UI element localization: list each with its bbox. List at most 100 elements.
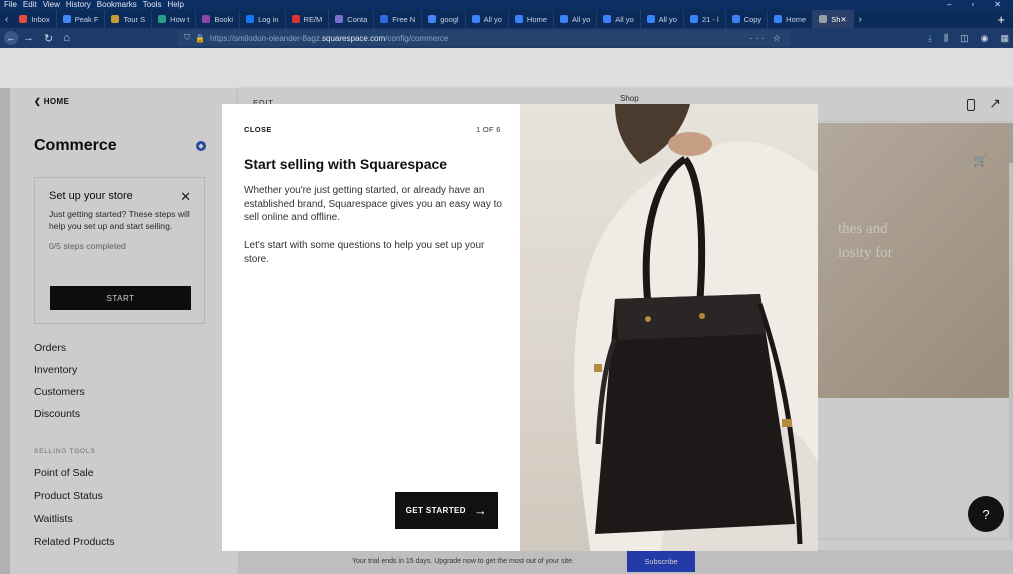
tab-favicon-icon — [380, 15, 389, 23]
tab-label: Free N — [392, 14, 416, 24]
tab-favicon-icon — [731, 15, 740, 23]
tab-label: Home — [786, 14, 807, 24]
browser-toolbar: ⤓ ⫼ ◫ ◉ ▦ — [928, 33, 1009, 44]
get-started-button[interactable]: GET STARTED → — [395, 492, 498, 529]
shield-icon[interactable]: ⛉ — [184, 33, 190, 43]
modal-title: Start selling with Squarespace — [244, 156, 448, 172]
url-bar[interactable]: ⛉ 🔒 https://smilodon-oleander-8agz. squar… — [178, 30, 790, 46]
tab-label: All yo — [571, 14, 591, 24]
lock-icon[interactable]: 🔒 — [195, 34, 205, 43]
window-controls: – ▫ ✕ — [947, 0, 1007, 10]
browser-tab[interactable]: Home — [509, 10, 554, 28]
tote-bag-photo — [520, 104, 818, 551]
browser-tab[interactable]: 21 - l — [684, 10, 726, 28]
browser-tabstrip: ‹ Inbox Peak F Tour S How t Booki Log in RE/M C… — [0, 10, 1013, 28]
tab-favicon-icon — [471, 15, 480, 23]
browser-tab[interactable]: Home — [768, 10, 814, 28]
browser-tab[interactable]: All yo — [554, 10, 598, 28]
tab-favicon-icon — [111, 15, 120, 23]
browser-tab[interactable]: How t — [152, 10, 197, 28]
tab-favicon-icon — [202, 15, 211, 23]
tab-label: How t — [170, 14, 190, 24]
new-tab-icon[interactable]: + — [989, 12, 1013, 27]
menu-view[interactable]: View — [43, 0, 60, 10]
tab-label: RE/M — [303, 14, 323, 24]
sidebar-toggle-icon[interactable]: ◫ — [960, 33, 969, 44]
browser-tab[interactable]: Peak F — [57, 10, 106, 28]
menu-bookmarks[interactable]: Bookmarks — [97, 0, 137, 10]
extensions-icon[interactable]: ▦ — [1000, 33, 1009, 44]
onboarding-modal: CLOSE 1 OF 6 Start selling with Squaresp… — [222, 104, 818, 551]
browser-menubar: File Edit View History Bookmarks Tools H… — [0, 0, 1013, 10]
help-bubble-button[interactable]: ? — [968, 496, 1004, 532]
browser-tab[interactable]: Log in — [240, 10, 286, 28]
url-host: squarespace.com — [322, 33, 386, 43]
tab-favicon-icon — [646, 15, 655, 23]
tab-favicon-icon — [603, 15, 612, 23]
tab-label: Peak F — [74, 14, 99, 24]
tab-label: Home — [526, 14, 547, 24]
tab-label: 21 - l — [701, 14, 719, 24]
tab-favicon-icon — [514, 15, 523, 23]
browser-tab[interactable]: RE/M — [286, 10, 330, 28]
tab-favicon-icon — [19, 15, 28, 23]
browser-tab[interactable]: Inbox — [13, 10, 57, 28]
menu-tools[interactable]: Tools — [143, 0, 162, 10]
tab-favicon-icon — [246, 15, 255, 23]
modal-close-button[interactable]: CLOSE — [244, 125, 272, 134]
tab-scroll-left-icon[interactable]: ‹ — [0, 14, 13, 25]
menu-file[interactable]: File — [4, 0, 17, 10]
tab-favicon-icon — [62, 15, 71, 23]
tab-favicon-icon — [428, 15, 437, 23]
browser-tab[interactable]: All yo — [466, 10, 509, 28]
tab-favicon-icon — [291, 15, 300, 23]
reload-icon[interactable]: ↻ — [39, 32, 58, 45]
browser-tab[interactable]: Conta — [329, 10, 375, 28]
tab-favicon-icon — [559, 15, 568, 23]
tab-label: Inbox — [31, 14, 50, 24]
browser-tab[interactable]: Free N — [374, 10, 423, 28]
browser-tab[interactable]: Copy — [726, 10, 769, 28]
browser-tab[interactable]: Booki — [196, 10, 241, 28]
tab-favicon-icon — [774, 15, 783, 23]
menu-history[interactable]: History — [66, 0, 91, 10]
modal-step-indicator: 1 OF 6 — [476, 125, 501, 134]
browser-tab[interactable]: Sh ✕ — [813, 10, 854, 28]
minimize-icon[interactable]: – — [947, 0, 951, 10]
tab-favicon-icon — [158, 15, 167, 23]
close-window-icon[interactable]: ✕ — [994, 0, 1001, 10]
tab-scroll-right-icon[interactable]: › — [854, 14, 867, 25]
menu-edit[interactable]: Edit — [23, 0, 37, 10]
tab-label: All yo — [483, 14, 502, 24]
close-tab-icon[interactable]: ✕ — [840, 15, 846, 24]
browser-tab[interactable]: Tour S — [105, 10, 153, 28]
browser-tab[interactable]: All yo — [597, 10, 641, 28]
tab-label: All yo — [615, 14, 634, 24]
forward-icon[interactable]: → — [18, 32, 39, 44]
arrow-right-icon: → — [473, 503, 488, 518]
back-icon[interactable]: ← — [4, 31, 18, 45]
modal-body-text: Whether you're just getting started, or … — [244, 185, 502, 224]
tab-label: Sh — [831, 14, 841, 24]
account-icon[interactable]: ◉ — [981, 33, 989, 44]
tab-label: Booki — [214, 14, 234, 24]
tab-label: googl — [440, 14, 459, 24]
home-icon[interactable]: ⌂ — [58, 32, 75, 44]
tab-label: Conta — [347, 14, 368, 24]
url-actions[interactable]: ··· ☆ — [749, 33, 784, 44]
tab-label: Copy — [743, 14, 762, 24]
menu-help[interactable]: Help — [167, 0, 183, 10]
url-prefix: https://smilodon-oleander-8agz. — [209, 33, 323, 43]
tab-favicon-icon — [819, 15, 828, 23]
download-icon[interactable]: ⤓ — [928, 33, 932, 44]
tab-label: Log in — [258, 14, 279, 24]
restore-icon[interactable]: ▫ — [971, 0, 974, 10]
browser-tab[interactable]: All yo — [641, 10, 684, 28]
browser-tab[interactable]: googl — [422, 10, 466, 28]
modal-body-text: Let's start with some questions to help … — [244, 240, 485, 265]
tab-label: Tour S — [123, 14, 146, 24]
tab-favicon-icon — [689, 15, 698, 23]
get-started-label: GET STARTED — [405, 506, 466, 515]
browser-navbar: ← → ↻ ⌂ ⛉ 🔒 https://smilodon-oleander-8a… — [0, 28, 1013, 48]
library-icon[interactable]: ⫼ — [944, 33, 948, 44]
